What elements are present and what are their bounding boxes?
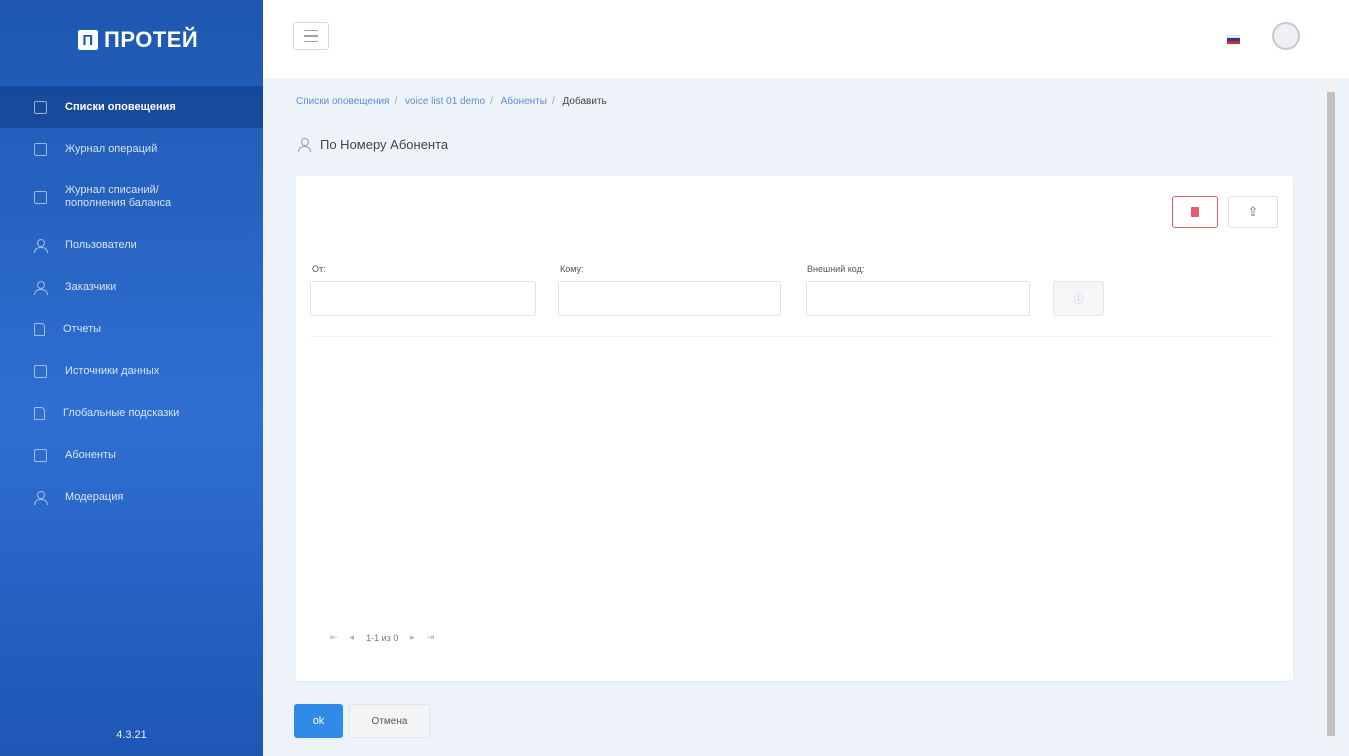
sidebar-item-label: Абоненты: [65, 449, 116, 461]
to-input[interactable]: [558, 281, 781, 316]
upload-button[interactable]: ⇪: [1228, 196, 1278, 228]
sidebar-item-moderation[interactable]: Модерация: [0, 476, 263, 518]
logo-text: ПРОТЕЙ: [104, 27, 199, 52]
hamburger-icon: [304, 40, 318, 43]
pagination: ⇤ ◂ 1-1 из 0 ▸ ⇥: [330, 632, 434, 643]
hamburger-icon: [304, 35, 318, 37]
page-title-text: По Номеру Абонента: [320, 137, 449, 152]
external-code-label: Внешний код:: [807, 264, 865, 274]
search-button[interactable]: ⓘ: [1053, 281, 1104, 316]
from-label: От:: [312, 264, 326, 274]
journal-icon: [34, 142, 47, 156]
sidebar-item-label: Модерация: [65, 491, 124, 503]
sidebar-item-data-sources[interactable]: Источники данных: [0, 350, 263, 392]
first-page-button[interactable]: ⇤: [330, 632, 338, 643]
user-icon: [298, 137, 312, 152]
trash-icon: [1191, 207, 1199, 217]
sidebar-item-label: Журнал списаний/ пополнения баланса: [65, 184, 172, 209]
pagination-text: 1-1 из 0: [366, 632, 399, 643]
moderation-icon: [34, 490, 48, 505]
breadcrumb-current: Добавить: [562, 96, 607, 107]
sidebar-item-label: Глобальные подсказки: [63, 407, 180, 419]
users-icon: [34, 238, 48, 253]
cancel-button[interactable]: Отмена: [349, 704, 430, 738]
subscriber-card: ⇪ От: Кому: Внешний код: ⓘ ⇤ ◂ 1-1 из 0 …: [296, 176, 1293, 681]
breadcrumb-item[interactable]: voice list 01 demo: [405, 96, 485, 107]
app-version: 4.3.21: [116, 729, 147, 741]
to-label: Кому:: [560, 264, 584, 274]
customer-icon: [34, 280, 48, 295]
prev-page-button[interactable]: ◂: [350, 632, 355, 643]
breadcrumb-item[interactable]: Абоненты: [501, 96, 547, 107]
breadcrumb: Списки оповещения / voice list 01 demo / А…: [296, 96, 607, 107]
from-input[interactable]: [310, 281, 536, 316]
menu-toggle-button[interactable]: [293, 22, 329, 50]
sidebar-item-reports[interactable]: Отчеты: [0, 308, 263, 350]
last-page-button[interactable]: ⇥: [427, 632, 435, 643]
user-avatar[interactable]: [1272, 22, 1300, 50]
sidebar-item-label: Отчеты: [63, 323, 102, 335]
sidebar-item-label: Заказчики: [65, 281, 117, 293]
report-icon: [34, 322, 45, 336]
info-icon: ⓘ: [1073, 295, 1084, 306]
scrollbar-thumb[interactable]: [1327, 92, 1335, 736]
sidebar-item-customers[interactable]: Заказчики: [0, 266, 263, 308]
upload-icon: ⇪: [1247, 204, 1259, 219]
sidebar-item-users[interactable]: Пользователи: [0, 224, 263, 266]
sidebar-item-notification-lists[interactable]: Списки оповещения: [0, 86, 263, 128]
sidebar-item-label: Журнал операций: [65, 143, 158, 155]
hamburger-icon: [304, 29, 318, 32]
sidebar-menu: Списки оповещения Журнал операций Журнал…: [0, 86, 263, 518]
sidebar-item-label: Источники данных: [65, 365, 160, 377]
hints-icon: [34, 406, 45, 420]
sidebar-item-operations-log[interactable]: Журнал операций: [0, 128, 263, 170]
ok-button[interactable]: ok: [294, 704, 343, 738]
logo[interactable]: П ПРОТЕЙ: [78, 27, 198, 53]
delete-button[interactable]: [1172, 196, 1218, 228]
page-title: По Номеру Абонента: [298, 137, 448, 152]
sidebar-item-global-hints[interactable]: Глобальные подсказки: [0, 392, 263, 434]
datasource-icon: [34, 364, 47, 378]
sidebar-item-balance-log[interactable]: Журнал списаний/ пополнения баланса: [0, 170, 263, 224]
external-code-input[interactable]: [806, 281, 1030, 316]
logo-mark: П: [78, 30, 98, 50]
table-divider: [310, 336, 1273, 337]
sidebar-item-label: Пользователи: [65, 239, 137, 251]
language-flag-icon[interactable]: [1227, 35, 1240, 44]
sidebar-item-label: Списки оповещения: [65, 101, 176, 113]
top-bar: [263, 0, 1349, 78]
subscribers-icon: [34, 448, 47, 462]
list-icon: [34, 100, 47, 114]
breadcrumb-item[interactable]: Списки оповещения: [296, 96, 389, 107]
next-page-button[interactable]: ▸: [410, 632, 415, 643]
sidebar: П ПРОТЕЙ Списки оповещения Журнал операц…: [0, 0, 263, 756]
balance-icon: [34, 190, 47, 204]
sidebar-item-subscribers[interactable]: Абоненты: [0, 434, 263, 476]
